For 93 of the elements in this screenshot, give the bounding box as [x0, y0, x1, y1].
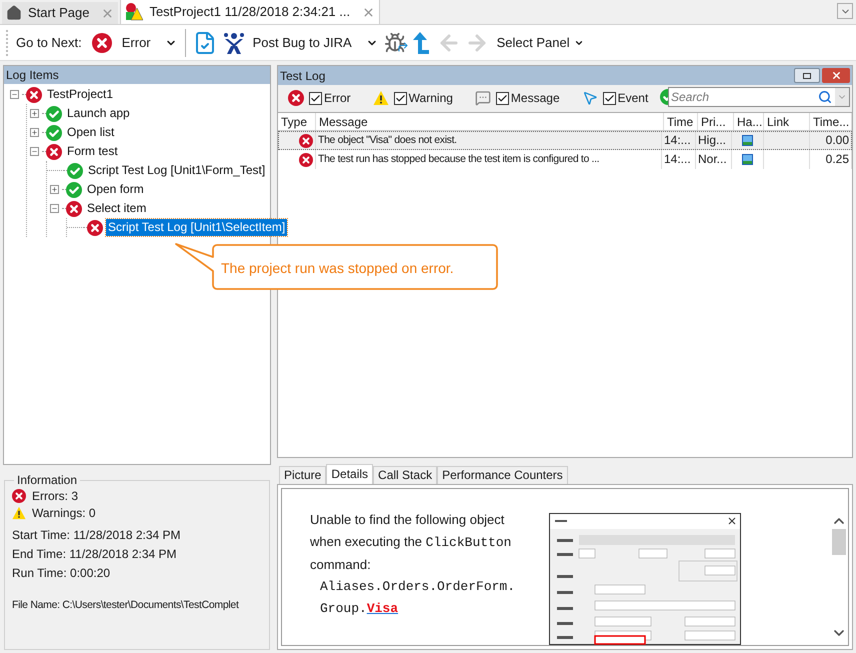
- plus-icon: [31, 129, 38, 136]
- document-tab[interactable]: Start Page: [2, 2, 118, 24]
- collapse-toggle[interactable]: [50, 204, 59, 213]
- scroll-thumb[interactable]: [832, 529, 846, 555]
- column-header[interactable]: Link: [764, 113, 810, 130]
- expand-toggle[interactable]: [50, 185, 59, 194]
- warning-icon: [372, 90, 389, 106]
- close-icon: [101, 6, 114, 20]
- checkmark-icon: [604, 92, 615, 104]
- error-icon: [12, 488, 26, 502]
- collapse-toggle[interactable]: [30, 147, 39, 156]
- info-line: End Time: 11/28/2018 2:34 PM: [12, 546, 178, 562]
- object-path: Aliases.Orders.OrderForm.: [320, 578, 516, 596]
- log-status-icon: [125, 3, 144, 21]
- tree-item[interactable]: Open list: [65, 124, 116, 141]
- search-field[interactable]: Search: [668, 87, 850, 107]
- post-bug-button[interactable]: Post Bug to JIRA: [220, 28, 381, 56]
- tree-item[interactable]: Form test: [65, 143, 120, 160]
- tree-item[interactable]: Open form: [85, 181, 146, 198]
- object-path: Group.: [320, 600, 367, 618]
- panel-title: Log Items: [4, 66, 270, 84]
- tree-item[interactable]: TestProject1: [45, 86, 116, 103]
- warnings-count: Warnings: 0: [32, 504, 96, 522]
- tree-item[interactable]: Select item: [85, 200, 148, 217]
- column-header[interactable]: Type: [278, 113, 316, 130]
- close-icon: [830, 70, 842, 81]
- home-icon: [6, 5, 22, 21]
- restore-button[interactable]: [794, 68, 820, 83]
- tree-item[interactable]: Script Test Log [Unit1\SelectItem]: [106, 219, 288, 236]
- table-cell: Nor...: [696, 150, 732, 169]
- minus-icon: [31, 148, 38, 155]
- errors-count: Errors: 3: [32, 488, 78, 504]
- pointer-icon: [582, 90, 598, 106]
- error-icon: [288, 90, 304, 106]
- filter-checkbox[interactable]: Event: [602, 89, 648, 107]
- image-icon: [742, 135, 753, 146]
- detail-tab[interactable]: Details: [326, 464, 374, 484]
- warning-icon: [12, 506, 26, 520]
- column-header[interactable]: Time...: [810, 113, 852, 130]
- filter-checkbox[interactable]: Error: [309, 89, 351, 107]
- object-link[interactable]: Visa: [366, 598, 398, 620]
- collapse-toggle[interactable]: [10, 90, 19, 99]
- close-icon: [362, 6, 376, 18]
- column-header[interactable]: Ha...: [734, 113, 764, 130]
- info-line: Start Time: 11/28/2018 2:34 PM: [12, 527, 182, 543]
- column-header[interactable]: Time: [664, 113, 698, 130]
- expand-toggle[interactable]: [30, 109, 39, 118]
- log-row[interactable]: The object "Visa" does not exist. 14:... Hig... 0.00: [278, 131, 852, 150]
- detail-tab[interactable]: Call Stack: [373, 466, 438, 484]
- close-button[interactable]: [822, 68, 850, 83]
- callout-text: The project run was stopped on error.: [221, 259, 454, 278]
- search-icon[interactable]: [818, 90, 832, 104]
- detail-tab[interactable]: Performance Counters: [437, 466, 568, 484]
- filter-checkbox[interactable]: Warning: [394, 89, 453, 107]
- table-cell: Hig...: [696, 131, 732, 150]
- table-cell: 0.00: [810, 131, 852, 150]
- details-message: Unable to find the following object when executing the ClickButton command:: [310, 511, 512, 574]
- select-panel-menu[interactable]: Select Panel: [490, 28, 590, 56]
- table-cell: 14:...: [662, 150, 696, 169]
- speech-bubble-icon: [474, 90, 491, 106]
- column-header[interactable]: Message: [316, 113, 664, 130]
- restore-icon: [803, 72, 811, 78]
- image-icon: [742, 154, 753, 165]
- minus-icon: [51, 205, 58, 212]
- tree-item[interactable]: Script Test Log [Unit1\Form_Test]: [86, 162, 268, 179]
- checkmark-icon: [496, 92, 508, 104]
- log-row[interactable]: The test run has stopped because the test item is configured to ... 14:... Nor... 0.25: [278, 150, 852, 169]
- expand-toggle[interactable]: [30, 128, 39, 137]
- arrow-icon: [396, 40, 409, 52]
- error-icon: [92, 32, 112, 52]
- bug-icon: [384, 32, 406, 54]
- document-tab[interactable]: TestProject1 11/28/2018 2:34:21 ...: [120, 0, 380, 24]
- plus-icon: [51, 186, 58, 193]
- go-to-next-label: Go to Next:: [16, 34, 82, 52]
- group-title: Information: [14, 473, 80, 487]
- minus-icon: [11, 91, 18, 98]
- table-cell: 14:...: [662, 131, 696, 150]
- people-logo-icon: [222, 30, 245, 54]
- info-line: Run Time: 0:00:20: [12, 565, 112, 581]
- column-header[interactable]: Pri...: [698, 113, 734, 130]
- table-cell: The object "Visa" does not exist.: [316, 131, 662, 150]
- checkmark-icon: [310, 92, 321, 104]
- table-cell: 0.25: [810, 150, 852, 169]
- panel-title: Test Log: [280, 68, 326, 84]
- detail-tab[interactable]: Picture: [279, 466, 326, 484]
- file-name: File Name: C:\Users\tester\Documents\TestComplet: [12, 598, 239, 613]
- filter-checkbox[interactable]: Message: [496, 89, 560, 107]
- table-cell: The test run has stopped because the test item is configured to ...: [316, 150, 662, 169]
- tab-list-button[interactable]: [837, 3, 853, 19]
- error-dropdown-button[interactable]: Error: [88, 28, 181, 56]
- tree-item[interactable]: Launch app: [65, 105, 132, 122]
- plus-icon: [31, 110, 38, 117]
- checkmark-icon: [394, 92, 406, 104]
